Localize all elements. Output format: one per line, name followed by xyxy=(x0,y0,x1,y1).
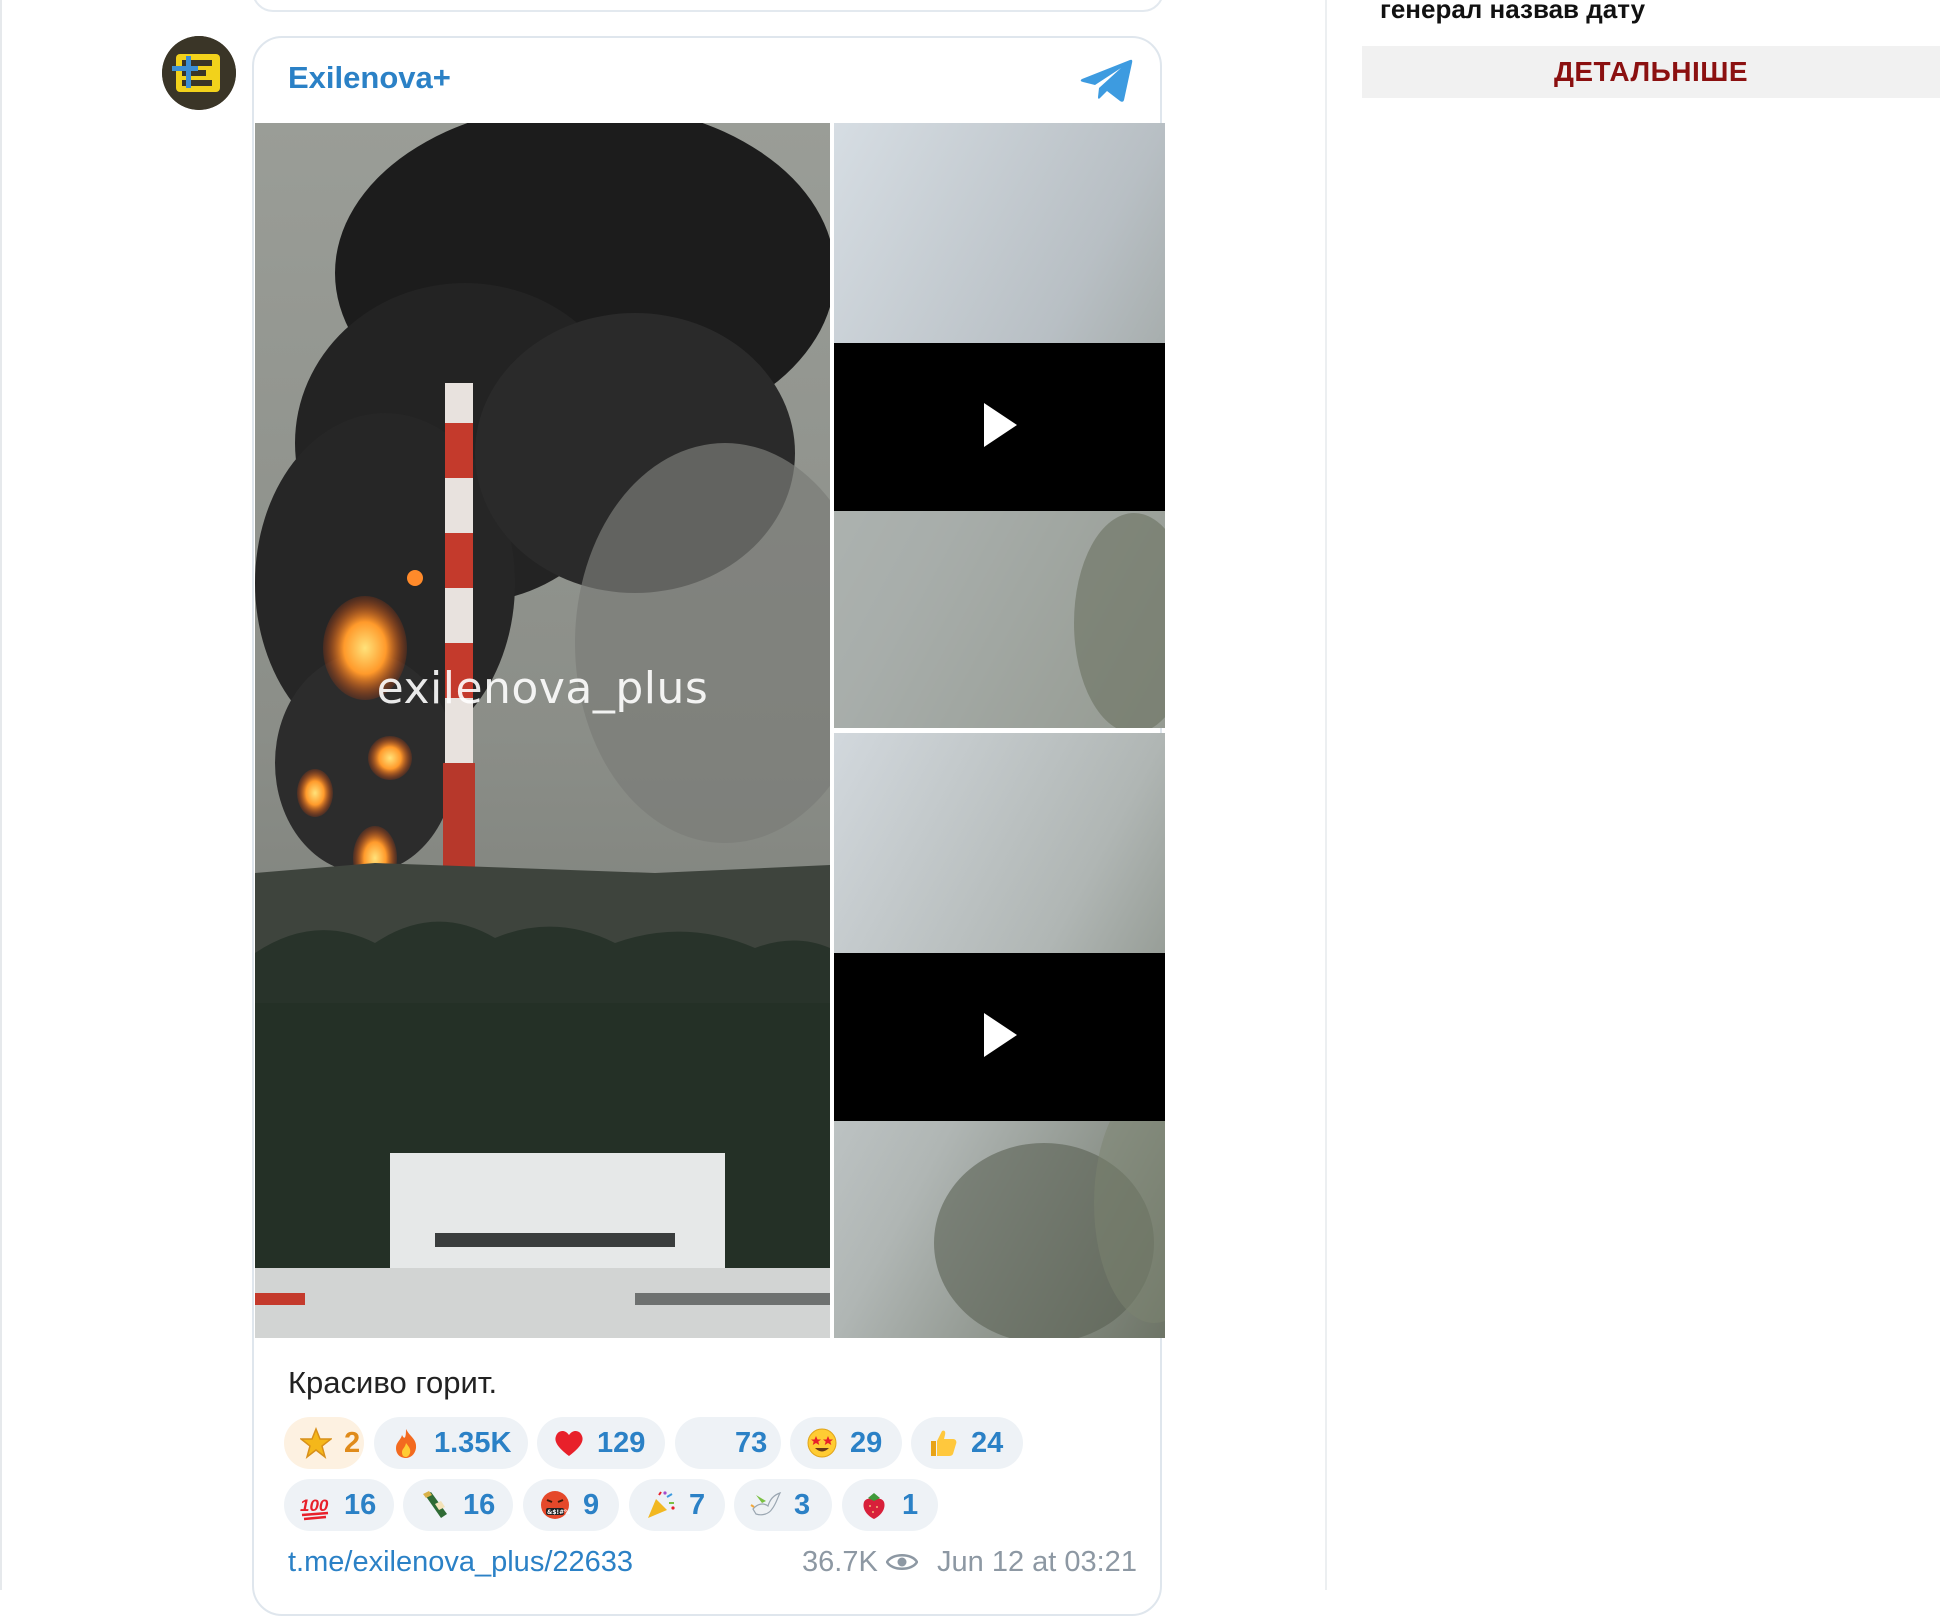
post-link[interactable]: t.me/exilenova_plus/22633 xyxy=(288,1546,633,1579)
reaction-strawberry[interactable]: 1 xyxy=(842,1479,938,1531)
post-caption: Красиво горит. xyxy=(288,1365,498,1400)
reaction-blank[interactable]: 73 xyxy=(675,1417,781,1469)
video-thumbnail-2[interactable] xyxy=(834,733,1165,1338)
reaction-thumbs-up[interactable]: 24 xyxy=(911,1417,1023,1469)
thumbs-up-icon xyxy=(931,1430,957,1456)
reaction-star-struck[interactable]: 29 xyxy=(790,1417,902,1469)
fire-photo xyxy=(255,123,830,1338)
strawberry-icon xyxy=(863,1493,885,1519)
party-popper-icon xyxy=(648,1491,675,1518)
video-letterbox xyxy=(834,343,1165,511)
reaction-cursing-face[interactable]: &$!#% 9 xyxy=(523,1479,619,1531)
play-icon[interactable] xyxy=(984,403,1017,447)
photo-watermark: exilenova_plus xyxy=(376,663,709,714)
sidebar-headline[interactable]: генерал назвав дату xyxy=(1380,0,1645,25)
svg-text:&$!#%: &$!#% xyxy=(547,1509,570,1516)
heart-icon xyxy=(555,1430,583,1456)
play-icon[interactable] xyxy=(984,1013,1017,1057)
column-divider xyxy=(1325,0,1327,1590)
reaction-dove[interactable]: 3 xyxy=(734,1479,832,1531)
telegram-icon[interactable] xyxy=(1080,58,1134,104)
reaction-champagne[interactable]: 16 xyxy=(403,1479,513,1531)
video-thumbnail-1[interactable] xyxy=(834,123,1165,728)
reaction-fire[interactable]: 1.35K xyxy=(374,1417,528,1469)
cursing-face-icon: &$!#% xyxy=(541,1491,570,1519)
eye-icon xyxy=(886,1554,918,1570)
view-count: 36.7K xyxy=(802,1546,878,1578)
reaction-party-popper[interactable]: 7 xyxy=(629,1479,725,1531)
post-datetime: Jun 12 at 03:21 xyxy=(937,1546,1137,1578)
left-border xyxy=(0,0,2,1590)
star-struck-icon xyxy=(807,1428,837,1458)
champagne-icon xyxy=(423,1491,447,1518)
reaction-hundred[interactable]: 100 16 xyxy=(284,1479,394,1531)
blank-icon xyxy=(691,1427,723,1459)
fire-icon xyxy=(396,1429,417,1458)
channel-name[interactable]: Exilenova+ xyxy=(288,60,451,96)
channel-avatar[interactable] xyxy=(162,36,236,110)
post-photo[interactable]: exilenova_plus xyxy=(255,123,830,1338)
video-letterbox xyxy=(834,953,1165,1121)
reaction-star[interactable]: 2 xyxy=(284,1417,364,1469)
previous-post-bubble xyxy=(252,0,1164,12)
dove-icon xyxy=(750,1491,782,1516)
more-details-button[interactable]: ДЕТАЛЬНІШЕ xyxy=(1362,46,1940,98)
reaction-heart[interactable]: 129 xyxy=(537,1417,665,1469)
hundred-icon: 100 xyxy=(300,1496,329,1521)
star-icon xyxy=(300,1427,332,1459)
channel-logo-icon xyxy=(162,36,236,110)
